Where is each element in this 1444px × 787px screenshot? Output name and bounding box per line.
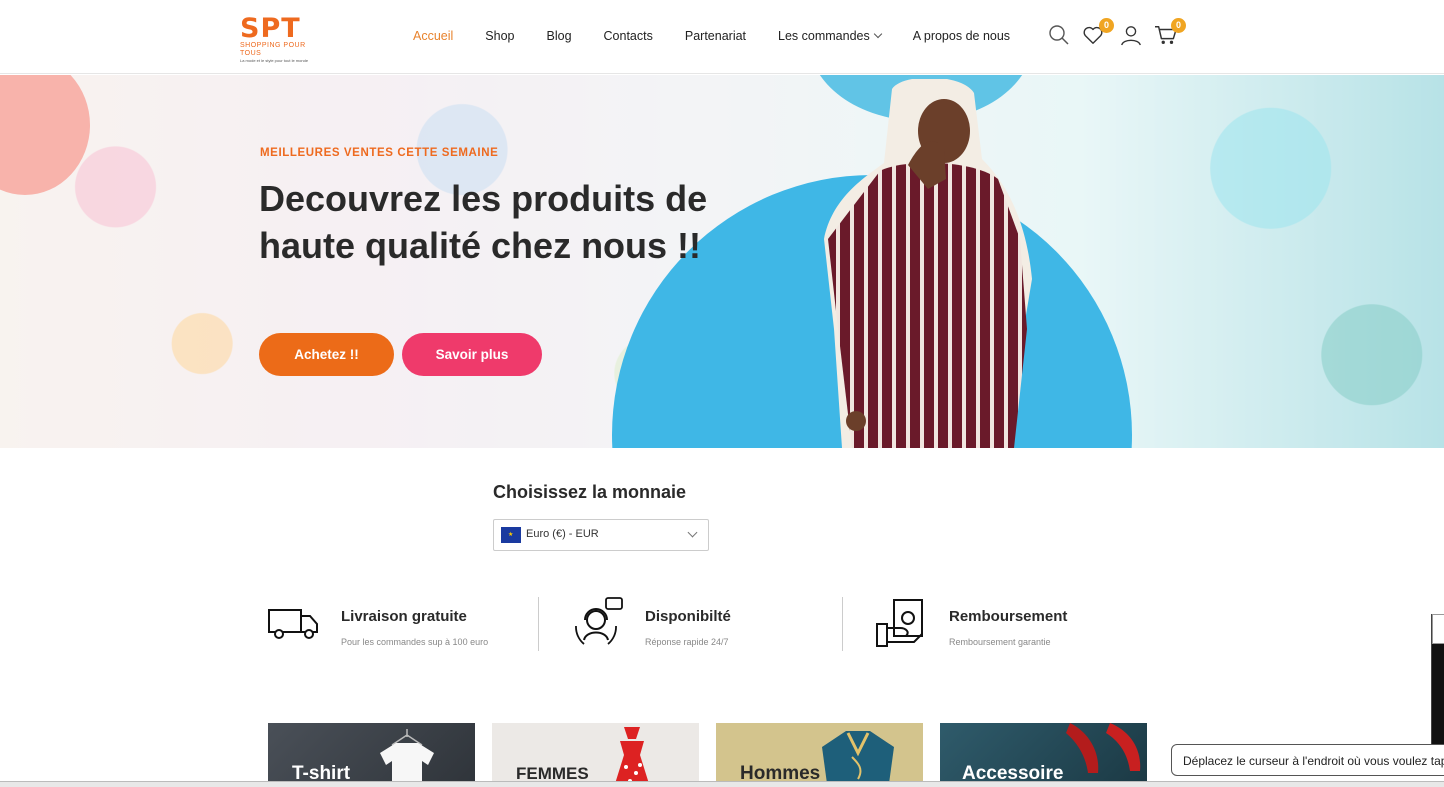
search-icon[interactable]	[1048, 24, 1072, 48]
side-panel-edge[interactable]	[1431, 614, 1444, 746]
dress-image	[614, 727, 650, 787]
shoes-image	[1066, 723, 1141, 773]
header-icons: 0 0	[1048, 18, 1186, 48]
hero-title: Decouvrez les produits de haute qualité …	[259, 178, 708, 266]
nav-item-shop[interactable]: Shop	[485, 29, 514, 43]
cursor-tooltip: Déplacez le curseur à l'endroit où vous …	[1171, 744, 1444, 776]
tshirt-image	[380, 729, 434, 787]
currency-select[interactable]: ★ Euro (€) - EUR	[493, 519, 709, 551]
feature-subtitle: Remboursement garantie	[949, 637, 1051, 647]
hero-banner: MEILLEURES VENTES CETTE SEMAINE Decouvre…	[0, 75, 1444, 448]
nav-item-blog[interactable]: Blog	[547, 29, 572, 43]
nav-item-commandes-label: Les commandes	[778, 29, 870, 43]
heart-icon[interactable]: 0	[1082, 18, 1114, 48]
feature-title: Livraison gratuite	[341, 608, 467, 625]
learn-more-button[interactable]: Savoir plus	[402, 333, 542, 376]
category-card-accessoire[interactable]: Accessoire	[940, 723, 1147, 787]
nav-item-accueil[interactable]: Accueil	[413, 29, 453, 43]
feature-divider	[842, 597, 843, 651]
men-outfit-image	[822, 731, 894, 787]
nav-item-a-propos[interactable]: A propos de nous	[913, 29, 1010, 43]
category-card-tshirt[interactable]: T-shirt	[268, 723, 475, 787]
main-nav: Accueil Shop Blog Contacts Partenariat L…	[413, 29, 1042, 43]
feature-free-shipping: Livraison gratuite Pour les commandes su…	[268, 596, 528, 652]
hero-kicker: MEILLEURES VENTES CETTE SEMAINE	[260, 147, 499, 159]
feature-title: Remboursement	[949, 608, 1068, 625]
feature-title: Disponibilté	[645, 608, 731, 625]
feature-subtitle: Réponse rapide 24/7	[645, 637, 729, 647]
site-header: SPT SHOPPING POUR TOUS La mode et le sty…	[0, 0, 1444, 74]
feature-refund: Remboursement Remboursement garantie	[876, 596, 1136, 652]
chevron-down-icon	[873, 29, 882, 39]
nav-item-contacts[interactable]: Contacts	[604, 29, 653, 43]
logo-tagline: La mode et le style pour tout le monde	[240, 58, 309, 63]
cart-count-badge: 0	[1171, 18, 1186, 33]
currency-title: Choisissez la monnaie	[493, 482, 687, 502]
feature-divider	[538, 597, 539, 651]
cart-icon[interactable]: 0	[1154, 18, 1186, 48]
nav-item-commandes[interactable]: Les commandes	[778, 29, 882, 43]
side-panel-top	[1432, 614, 1444, 644]
site-logo[interactable]: SPT SHOPPING POUR TOUS La mode et le sty…	[240, 13, 320, 63]
feature-subtitle: Pour les commandes sup à 100 euro	[341, 637, 489, 647]
logo-sub-text: SHOPPING POUR TOUS	[240, 42, 306, 57]
currency-selected-value: Euro (€) - EUR	[526, 528, 599, 540]
chevron-down-icon	[687, 527, 698, 538]
money-hand-icon	[876, 599, 923, 647]
buy-button[interactable]: Achetez !!	[259, 333, 394, 376]
wishlist-count-badge: 0	[1099, 18, 1114, 33]
feature-availability: Disponibilté Réponse rapide 24/7	[572, 596, 832, 652]
window-bottom-edge	[0, 781, 1444, 787]
truck-icon	[268, 609, 318, 639]
page: SPT SHOPPING POUR TOUS La mode et le sty…	[0, 0, 1444, 787]
eu-flag-icon: ★	[501, 527, 521, 543]
logo-main-text: SPT	[240, 13, 301, 44]
support-agent-icon	[575, 597, 623, 645]
nav-item-partenariat[interactable]: Partenariat	[685, 29, 746, 43]
category-card-hommes[interactable]: Hommes	[716, 723, 923, 787]
user-icon[interactable]	[1120, 24, 1144, 48]
hero-model-image	[824, 79, 1032, 448]
category-card-femmes[interactable]: FEMMES	[492, 723, 699, 787]
